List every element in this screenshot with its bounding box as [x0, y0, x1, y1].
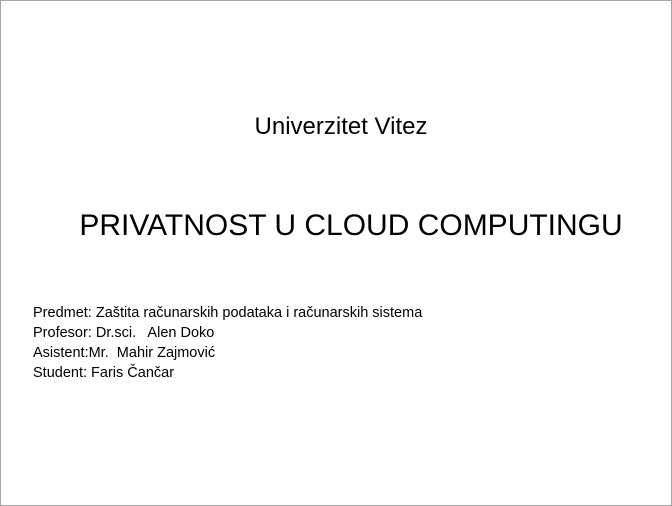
slide-title: PRIVATNOST U CLOUD COMPUTINGU	[79, 209, 623, 242]
university-name: Univerzitet Vitez	[254, 113, 428, 140]
course-info-block: Predmet: Zaštita računarskih podataka i …	[33, 303, 422, 383]
professor-line: Profesor: Dr.sci. Alen Doko	[33, 325, 215, 341]
presentation-slide: Univerzitet Vitez PRIVATNOST U CLOUD COM…	[0, 0, 672, 506]
assistant-line: Asistent:Mr. Mahir Zajmović	[33, 345, 216, 361]
subject-line: Predmet: Zaštita računarskih podataka i …	[33, 305, 423, 321]
student-line: Student: Faris Čančar	[33, 365, 175, 381]
